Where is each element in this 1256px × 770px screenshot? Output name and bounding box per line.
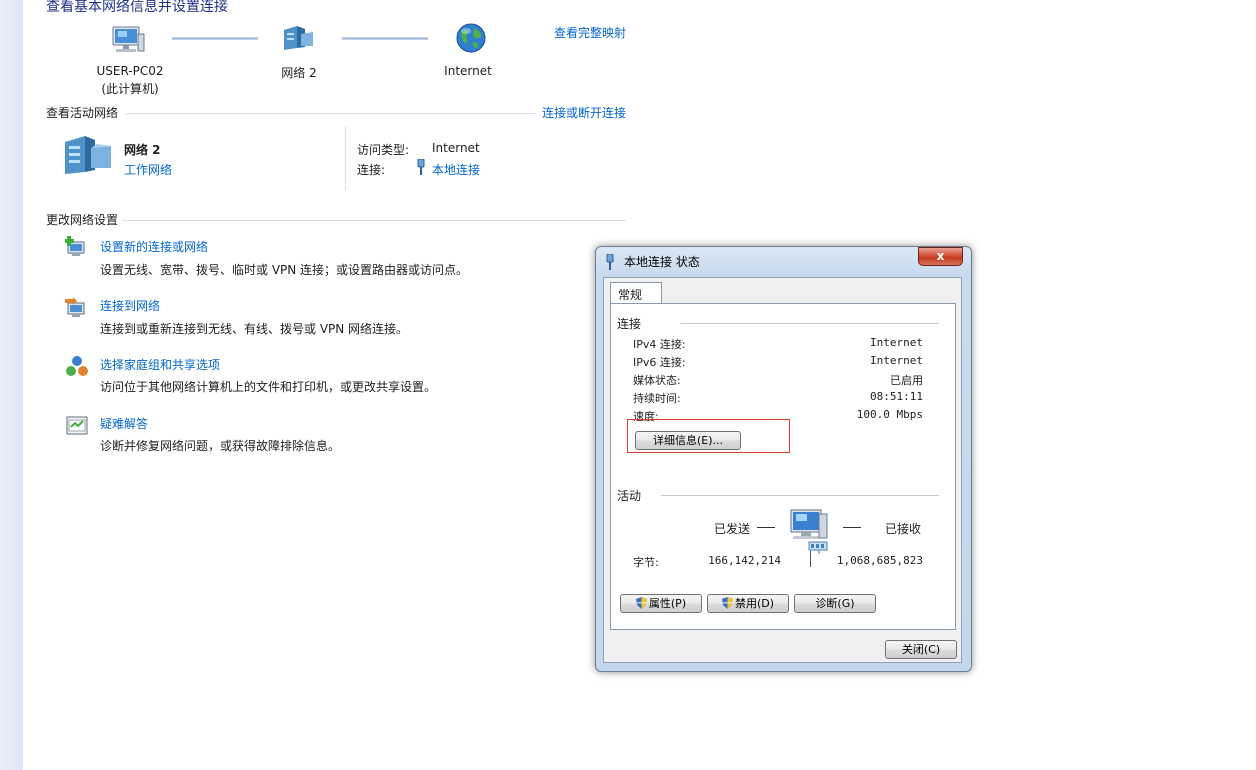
vertical-divider [345, 126, 346, 190]
task-connect-network-link[interactable]: 连接到网络 [100, 297, 160, 314]
dialog-close-button[interactable]: x [918, 247, 963, 266]
ipv6-value: Internet [811, 354, 923, 367]
duration-value: 08:51:11 [811, 390, 923, 403]
left-pane-strip [0, 0, 23, 770]
ipv6-label: IPv6 连接: [633, 354, 686, 370]
disable-button-label: 禁用(D) [735, 597, 774, 610]
connect-disconnect-link[interactable]: 连接或断开连接 [542, 104, 626, 121]
access-type-label: 访问类型: [357, 141, 409, 158]
computer-icon[interactable] [110, 24, 146, 54]
received-label: 已接收 [885, 520, 921, 537]
close-icon: x [937, 249, 945, 263]
properties-button-label: 属性(P) [649, 597, 686, 610]
properties-button[interactable]: 属性(P) [620, 594, 702, 613]
tab-general[interactable]: 常规 [610, 282, 662, 304]
section-divider [125, 113, 535, 114]
group-divider [661, 495, 939, 496]
network-activity-computer-icon [787, 508, 837, 554]
computer-name: USER-PC02 [70, 64, 190, 78]
connection-label: 连接: [357, 161, 385, 178]
tab-panel-general: 连接 IPv4 连接: Internet IPv6 连接: Internet 媒… [610, 303, 956, 630]
task-connect-network-desc: 连接到或重新连接到无线、有线、拨号或 VPN 网络连接。 [100, 320, 408, 337]
media-state-value: 已启用 [811, 372, 923, 388]
media-state-label: 媒体状态: [633, 372, 681, 388]
map-connector-line [342, 37, 428, 40]
dialog-body: 常规 连接 IPv4 连接: Internet IPv6 连接: Interne… [603, 277, 962, 663]
sent-label: 已发送 [714, 520, 750, 537]
task-new-connection-desc: 设置无线、宽带、拨号、临时或 VPN 连接；或设置路由器或访问点。 [100, 261, 468, 278]
homegroup-sharing-icon[interactable] [65, 355, 89, 379]
ipv4-value: Internet [811, 336, 923, 349]
ethernet-plug-icon [605, 254, 615, 270]
network-name: 网络 2 [239, 64, 359, 81]
access-type-value: Internet [432, 141, 480, 155]
ethernet-plug-icon [416, 159, 426, 175]
troubleshoot-icon[interactable] [65, 414, 89, 438]
bytes-label: 字节: [633, 554, 659, 570]
uac-shield-icon [636, 597, 647, 609]
task-troubleshoot-link[interactable]: 疑难解答 [100, 415, 148, 432]
change-settings-heading: 更改网络设置 [46, 211, 118, 228]
computer-sub-label: (此计算机) [70, 80, 190, 97]
task-homegroup-desc: 访问位于其他网络计算机上的文件和打印机，或更改共享设置。 [100, 378, 436, 395]
section-divider [122, 220, 626, 221]
received-dash [843, 527, 861, 528]
disable-button[interactable]: 禁用(D) [707, 594, 789, 613]
map-connector-line [172, 37, 258, 40]
network-icon[interactable] [281, 24, 315, 52]
bytes-sent-value: 166,142,214 [671, 554, 781, 567]
connection-group-label: 连接 [617, 315, 641, 332]
network-type-link[interactable]: 工作网络 [124, 161, 172, 178]
speed-value: 100.0 Mbps [811, 408, 923, 421]
group-divider [681, 323, 939, 324]
close-button[interactable]: 关闭(C) [885, 640, 957, 659]
local-connection-status-dialog: 本地连接 状态 x 常规 连接 IPv4 连接: Internet IPv6 连… [595, 246, 972, 672]
uac-shield-icon [722, 597, 733, 609]
activity-group-label: 活动 [617, 487, 641, 504]
duration-label: 持续时间: [633, 390, 681, 406]
internet-label: Internet [408, 64, 528, 78]
work-network-icon[interactable] [63, 134, 113, 176]
task-new-connection-link[interactable]: 设置新的连接或网络 [100, 238, 208, 255]
ipv4-label: IPv4 连接: [633, 336, 686, 352]
page-title: 查看基本网络信息并设置连接 [46, 0, 228, 16]
bytes-received-value: 1,068,685,823 [813, 554, 923, 567]
task-troubleshoot-desc: 诊断并修复网络问题，或获得故障排除信息。 [100, 437, 340, 454]
new-connection-icon[interactable] [65, 236, 89, 260]
diagnose-button[interactable]: 诊断(G) [794, 594, 876, 613]
bytes-divider [810, 551, 811, 567]
active-networks-heading: 查看活动网络 [46, 104, 118, 121]
view-full-map-link[interactable]: 查看完整映射 [554, 24, 626, 41]
local-connection-link[interactable]: 本地连接 [432, 161, 480, 178]
sent-dash [757, 527, 775, 528]
details-highlight-box [627, 419, 790, 453]
dialog-title: 本地连接 状态 [624, 253, 700, 270]
active-network-name: 网络 2 [124, 141, 161, 158]
task-homegroup-link[interactable]: 选择家庭组和共享选项 [100, 356, 220, 373]
internet-globe-icon[interactable] [455, 22, 487, 54]
connect-to-network-icon[interactable] [65, 297, 89, 321]
